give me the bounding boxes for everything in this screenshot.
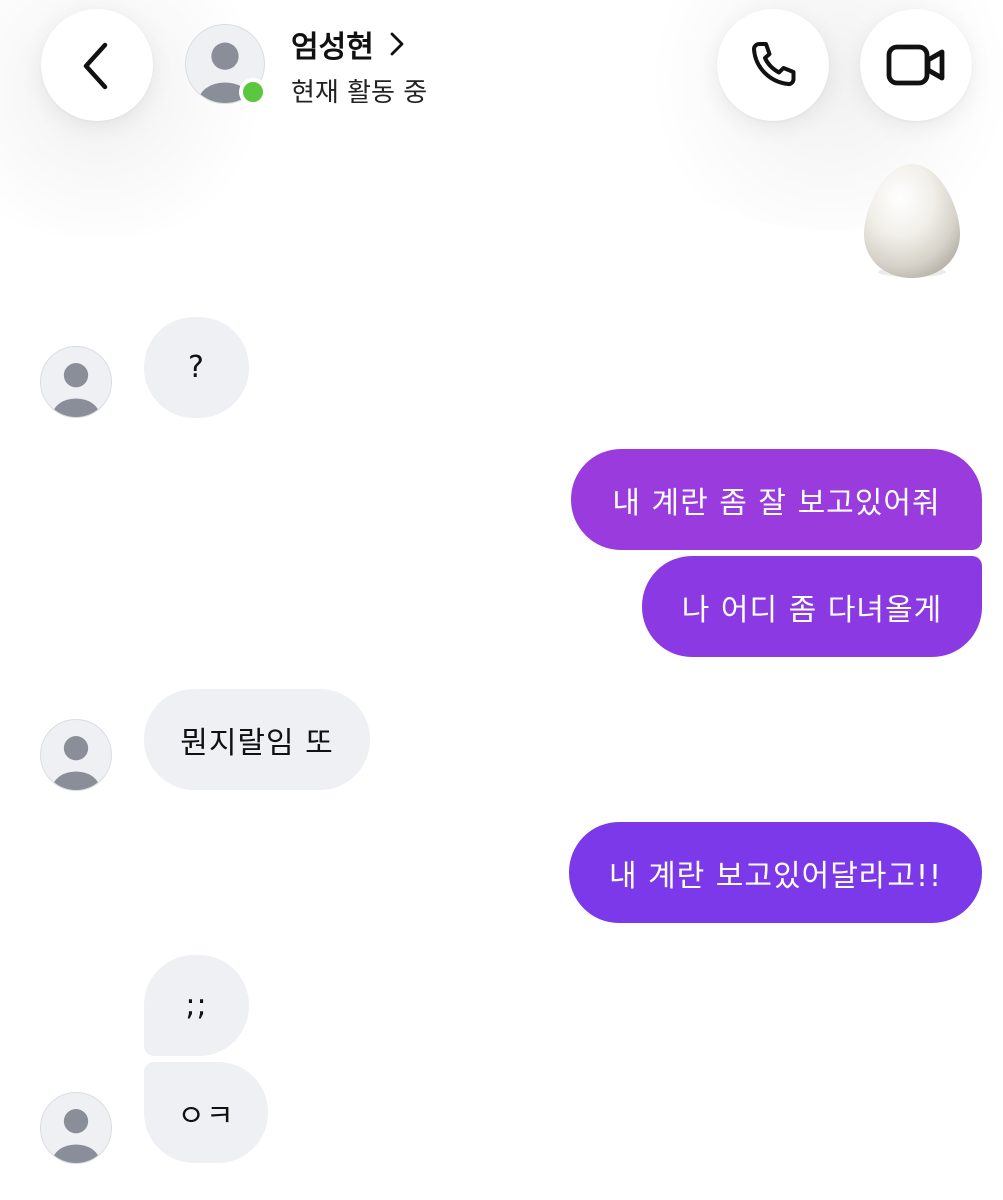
phone-icon bbox=[752, 42, 796, 87]
avatar bbox=[40, 346, 112, 418]
default-user-icon bbox=[52, 736, 100, 790]
message-bubble-incoming[interactable]: ? bbox=[144, 317, 249, 418]
message-text: 내 계란 좀 잘 보고있어줘 bbox=[612, 485, 941, 521]
contact-name-link[interactable]: 엄성현 bbox=[291, 22, 406, 66]
sender-avatar[interactable] bbox=[40, 346, 112, 418]
contact-avatar[interactable] bbox=[185, 24, 267, 106]
avatar bbox=[40, 719, 112, 791]
sender-avatar[interactable] bbox=[40, 1092, 112, 1164]
message-text: 나 어디 좀 다녀올게 bbox=[681, 592, 943, 628]
message-text: 뭔지랄임 또 bbox=[180, 725, 334, 761]
message-text: ;; bbox=[185, 988, 208, 1023]
message-bubble-outgoing[interactable]: 나 어디 좀 다녀올게 bbox=[642, 556, 982, 657]
voice-call-button[interactable] bbox=[717, 9, 829, 121]
message-text: ? bbox=[188, 350, 205, 385]
online-status-dot bbox=[239, 78, 267, 106]
default-user-icon bbox=[52, 1109, 100, 1163]
message-bubble-outgoing[interactable]: 내 계란 보고있어달라고!! bbox=[569, 822, 982, 923]
video-call-button[interactable] bbox=[860, 9, 972, 121]
message-bubble-incoming[interactable]: ;; bbox=[144, 955, 249, 1056]
message-text: 내 계란 보고있어달라고!! bbox=[608, 858, 943, 894]
avatar bbox=[40, 1092, 112, 1164]
activity-status: 현재 활동 중 bbox=[291, 78, 428, 108]
chevron-left-icon bbox=[83, 42, 108, 90]
default-user-icon bbox=[52, 363, 100, 417]
back-button[interactable] bbox=[41, 9, 153, 121]
chevron-right-icon bbox=[390, 32, 404, 56]
contact-name: 엄성현 bbox=[291, 30, 374, 65]
message-bubble-incoming[interactable]: 뭔지랄임 또 bbox=[144, 689, 370, 790]
message-text: ㅇㅋ bbox=[177, 1098, 235, 1134]
message-bubble-incoming[interactable]: ㅇㅋ bbox=[144, 1062, 268, 1163]
video-camera-icon bbox=[886, 44, 945, 86]
message-bubble-outgoing[interactable]: 내 계란 좀 잘 보고있어줘 bbox=[571, 449, 982, 550]
sender-avatar[interactable] bbox=[40, 719, 112, 791]
egg-icon bbox=[862, 160, 962, 282]
